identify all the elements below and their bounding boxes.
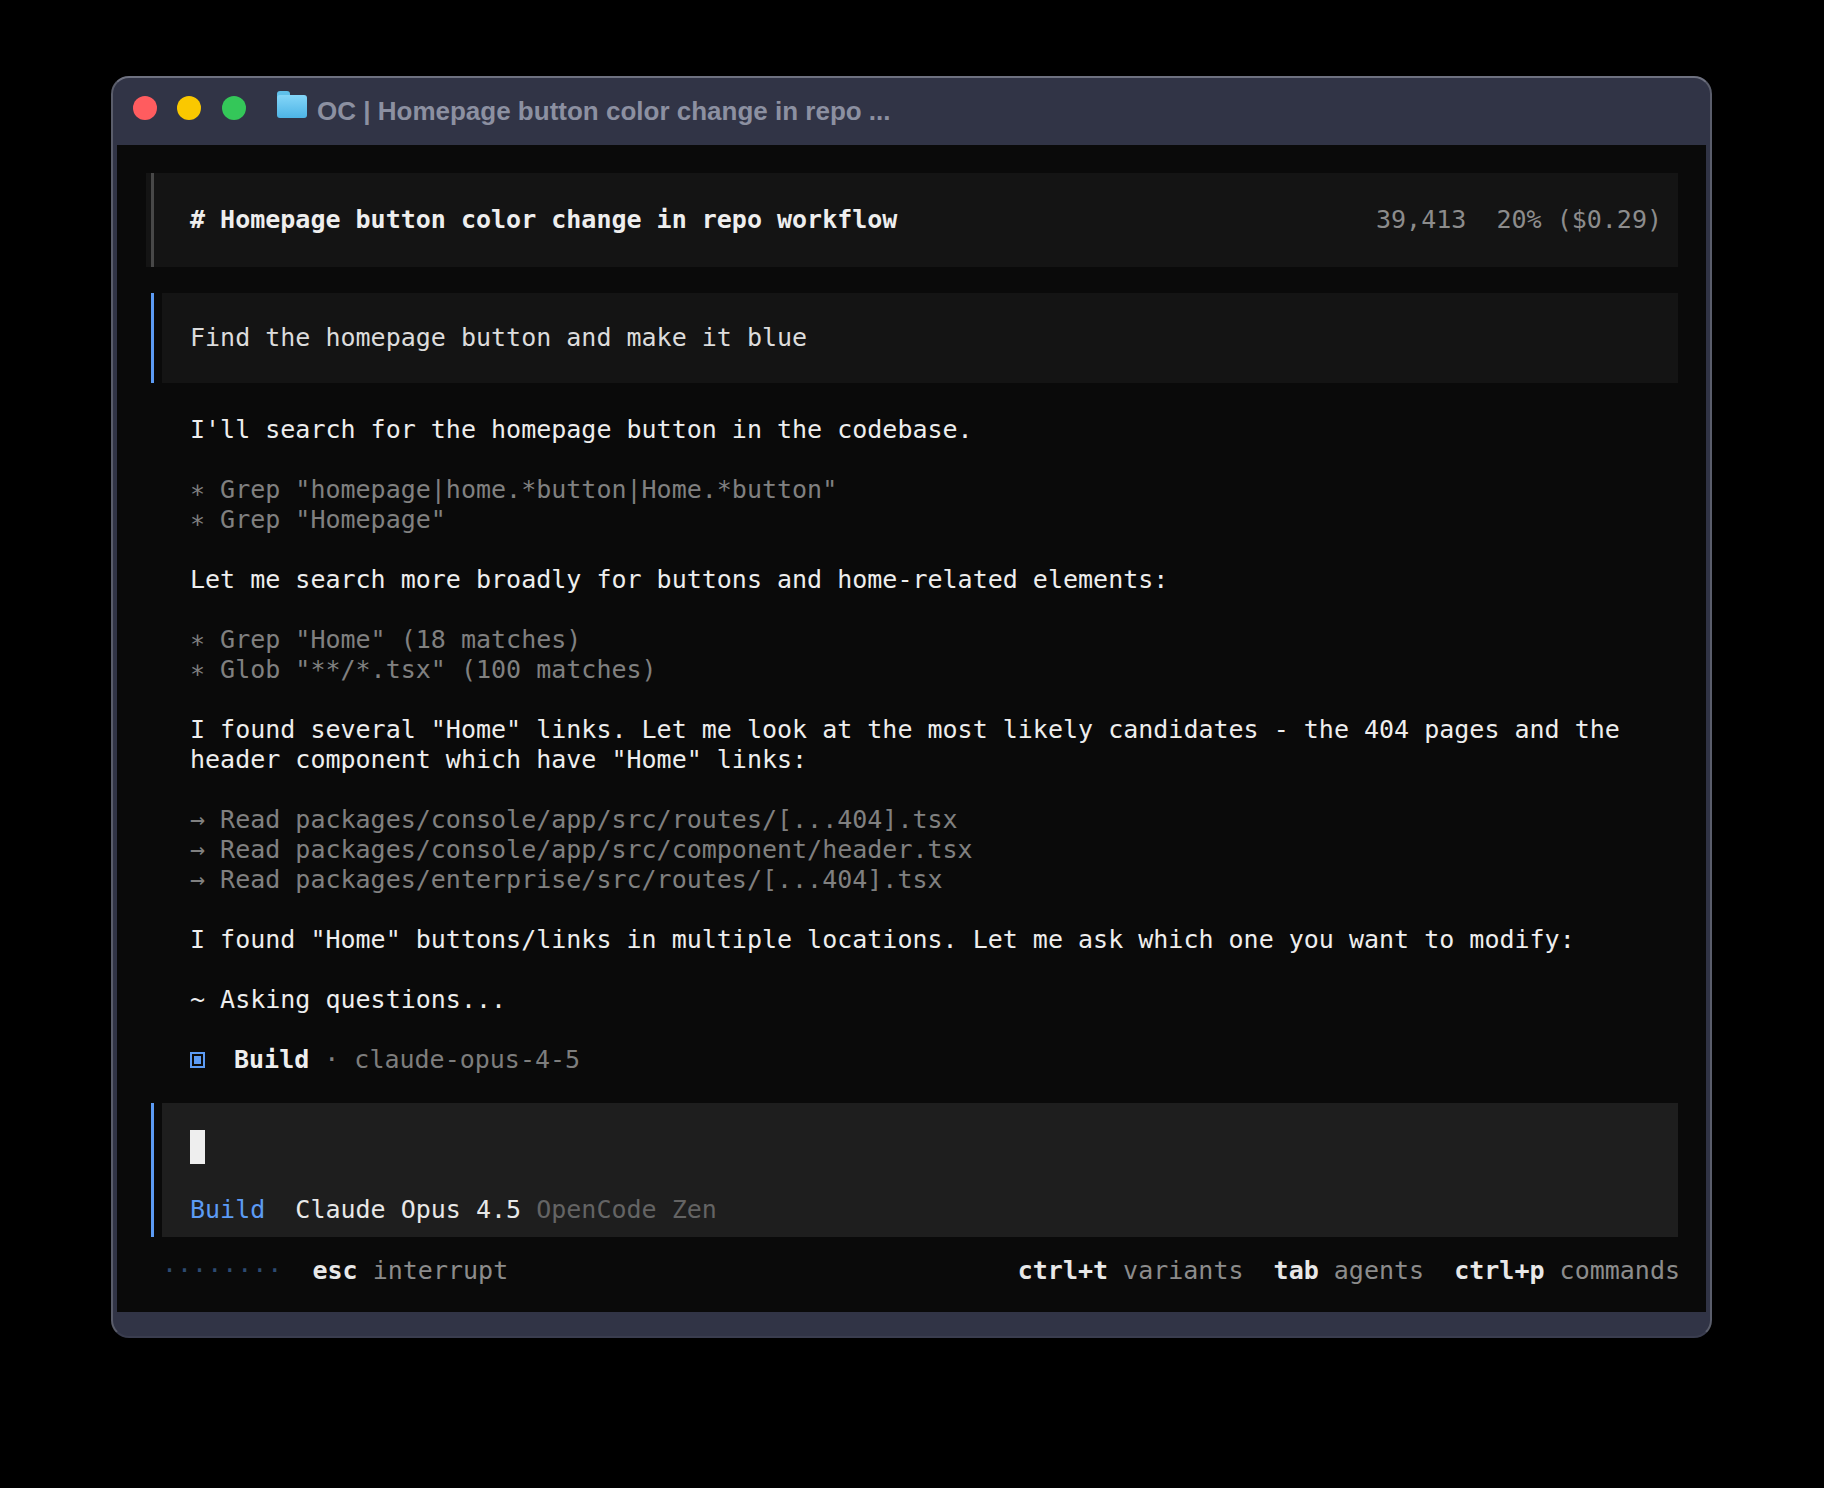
tool-call-line: → Read packages/enterprise/src/routes/[.…: [190, 865, 943, 895]
build-agent-icon: [190, 1052, 205, 1068]
spinner-dots: ········: [162, 1256, 282, 1286]
assistant-text-line: I found "Home" buttons/links in multiple…: [190, 925, 1575, 955]
tab-key-hint: tab: [1274, 1256, 1319, 1286]
prompt-provider-label: OpenCode Zen: [536, 1195, 717, 1225]
user-message-text: Find the homepage button and make it blu…: [190, 323, 807, 353]
terminal-content: # Homepage button color change in repo w…: [117, 145, 1706, 1312]
session-header-border: [151, 173, 154, 267]
prompt-model-label: Claude Opus 4.5: [295, 1195, 521, 1225]
commands-label: commands: [1560, 1256, 1680, 1286]
user-message-border: [151, 293, 154, 383]
assistant-text-line: header component which have "Home" links…: [190, 745, 807, 775]
agent-status-row: Build · claude-opus-4-5: [190, 1045, 580, 1075]
prompt-agent-label: Build: [190, 1195, 265, 1225]
tool-call-line: ∗ Grep "Homepage": [190, 505, 446, 535]
close-button[interactable]: [133, 96, 157, 120]
agents-label: agents: [1334, 1256, 1424, 1286]
tool-call-line: → Read packages/console/app/src/componen…: [190, 835, 973, 865]
folder-icon: [277, 91, 307, 118]
status-model-name: claude-opus-4-5: [354, 1045, 580, 1075]
tool-call-line: ∗ Grep "homepage|home.*button|Home.*butt…: [190, 475, 837, 505]
text-cursor: [190, 1130, 205, 1164]
tool-call-line: → Read packages/console/app/src/routes/[…: [190, 805, 958, 835]
session-stats: 39,413 20% ($0.29): [1376, 205, 1662, 235]
prompt-input[interactable]: Build Claude Opus 4.5 OpenCode Zen: [146, 1103, 1678, 1237]
session-title: # Homepage button color change in repo w…: [190, 205, 897, 235]
status-separator: ·: [324, 1045, 339, 1075]
assistant-text-line: I found several "Home" links. Let me loo…: [190, 715, 1620, 745]
title-bar[interactable]: OC | Homepage button color change in rep…: [113, 78, 1710, 145]
ctrl-p-key-hint: ctrl+p: [1454, 1256, 1544, 1286]
footer-left: ········ esc interrupt: [162, 1256, 508, 1286]
status-text-line: ~ Asking questions...: [190, 985, 506, 1015]
assistant-text-line: I'll search for the homepage button in t…: [190, 415, 973, 445]
assistant-text-line: Let me search more broadly for buttons a…: [190, 565, 1168, 595]
ctrl-t-key-hint: ctrl+t: [1018, 1256, 1108, 1286]
zoom-button[interactable]: [222, 96, 246, 120]
prompt-input-border: [151, 1103, 154, 1237]
minimize-button[interactable]: [177, 96, 201, 120]
session-header: # Homepage button color change in repo w…: [146, 173, 1678, 267]
tool-call-line: ∗ Grep "Home" (18 matches): [190, 625, 581, 655]
user-message: Find the homepage button and make it blu…: [146, 293, 1678, 383]
esc-key-label: interrupt: [373, 1256, 508, 1286]
prompt-meta: Build Claude Opus 4.5 OpenCode Zen: [190, 1195, 717, 1225]
footer-right: ctrl+t variants tab agents ctrl+p comman…: [1018, 1256, 1680, 1286]
window-title: OC | Homepage button color change in rep…: [317, 78, 891, 145]
variants-label: variants: [1123, 1256, 1243, 1286]
esc-key-hint: esc: [313, 1256, 358, 1286]
terminal-window: OC | Homepage button color change in rep…: [111, 76, 1712, 1338]
status-agent-name: Build: [234, 1045, 309, 1075]
tool-call-line: ∗ Glob "**/*.tsx" (100 matches): [190, 655, 657, 685]
